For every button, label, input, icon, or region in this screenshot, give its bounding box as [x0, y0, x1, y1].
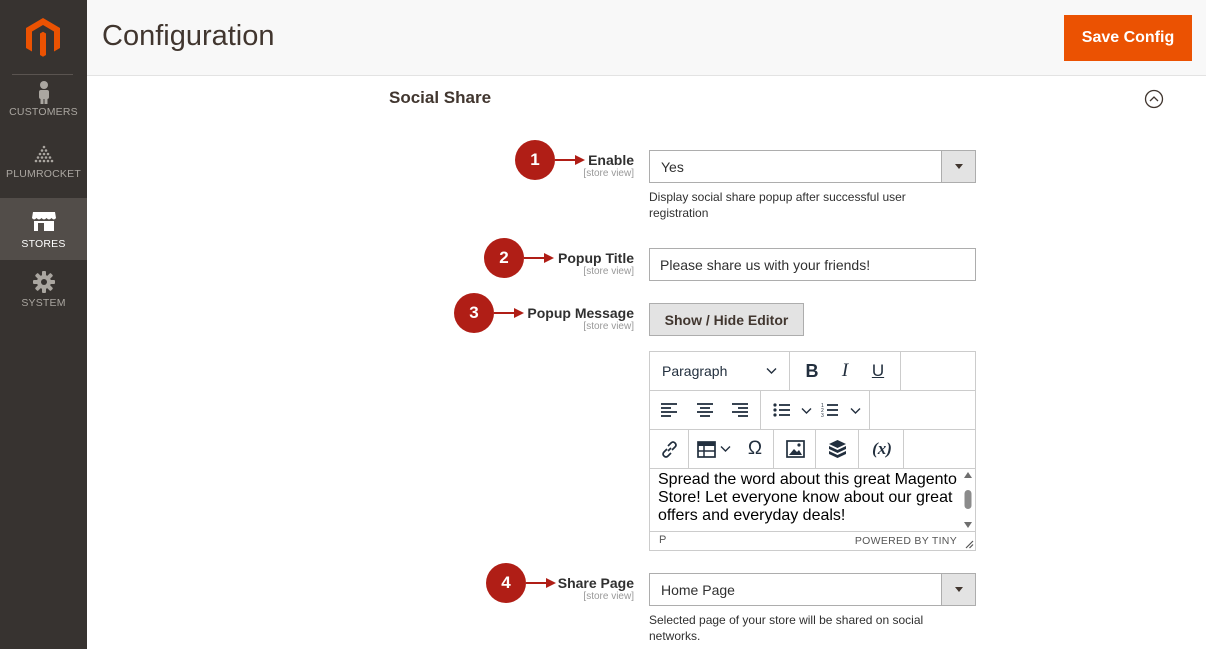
format-select-value: Paragraph [662, 363, 728, 379]
sidebar-item-label: CUSTOMERS [9, 106, 78, 118]
table-symbol-group: Ω [689, 430, 774, 468]
align-center-icon[interactable] [696, 402, 714, 418]
sidebar-item-label: PLUMROCKET [6, 168, 81, 180]
callout-badge: 3 [454, 293, 494, 333]
popup-title-input[interactable] [649, 248, 976, 281]
scrollbar[interactable] [961, 469, 975, 532]
page-title: Configuration [102, 20, 275, 52]
field-label-text: Popup Message [527, 305, 634, 321]
scope-label: [store view] [583, 321, 634, 332]
arrow-right-icon [526, 578, 556, 588]
align-right-icon[interactable] [731, 402, 749, 418]
sidebar-item-system[interactable]: SYSTEM [0, 270, 87, 332]
editor-content[interactable]: Spread the word about this great Magento… [650, 469, 975, 532]
field-label-text: Popup Title [558, 250, 634, 266]
save-config-button[interactable]: Save Config [1064, 15, 1192, 61]
admin-sidebar: CUSTOMERS PLUMROCKET STORES SYSTEM [0, 0, 87, 649]
italic-button[interactable]: I [830, 352, 860, 390]
share-page-note: Selected page of your store will be shar… [649, 613, 924, 643]
alignment-group [650, 391, 761, 429]
editor-toolbar-row: 123 [650, 391, 975, 430]
arrow-right-icon [555, 155, 585, 165]
enable-label: Enable [store view] [583, 152, 634, 180]
link-group [650, 430, 689, 468]
callout-badge: 1 [515, 140, 555, 180]
chevron-down-icon[interactable] [801, 407, 812, 415]
format-select[interactable]: Paragraph [650, 352, 790, 390]
chevron-down-icon [941, 151, 975, 182]
arrow-right-icon [494, 308, 524, 318]
image-group [774, 430, 816, 468]
section-title[interactable]: Social Share [389, 88, 491, 108]
image-icon[interactable] [786, 440, 805, 458]
text-style-group: B I U [790, 352, 901, 390]
select-value: Yes [661, 159, 684, 175]
editor-toolbar-row: Paragraph B I U [650, 352, 975, 391]
bullet-list-icon[interactable] [773, 402, 791, 418]
magento-logo-icon[interactable] [22, 16, 64, 58]
show-hide-editor-button[interactable]: Show / Hide Editor [649, 303, 804, 336]
sidebar-item-customers[interactable]: CUSTOMERS [0, 80, 87, 142]
field-label-text: Share Page [557, 575, 634, 591]
omega-icon[interactable]: Ω [740, 430, 770, 468]
field-label-text: Enable [588, 152, 634, 168]
popup-title-label: Popup Title [store view] [558, 250, 634, 278]
table-icon[interactable] [697, 441, 716, 458]
scope-label: [store view] [583, 168, 634, 179]
underline-button[interactable]: U [863, 352, 893, 390]
plumrocket-icon [34, 145, 53, 163]
gear-icon [32, 271, 55, 293]
callout-badge: 4 [486, 563, 526, 603]
element-path[interactable]: P [659, 534, 666, 546]
numbered-list-icon[interactable]: 123 [821, 402, 839, 418]
popup-message-label: Popup Message [store view] [527, 305, 634, 333]
widget-icon[interactable] [828, 439, 847, 459]
scope-label: [store view] [583, 591, 634, 602]
svg-text:3: 3 [821, 413, 824, 418]
powered-by-link[interactable]: POWERED BY TINY [855, 535, 957, 547]
list-group: 123 [761, 391, 870, 429]
share-page-select[interactable]: Home Page [649, 573, 976, 606]
widget-group [816, 430, 859, 468]
variable-group: (x) [859, 430, 904, 468]
sidebar-item-label: STORES [21, 238, 66, 250]
enable-select[interactable]: Yes [649, 150, 976, 183]
page-header: Configuration Save Config [87, 0, 1206, 76]
editor-status-bar: P POWERED BY TINY [650, 533, 975, 550]
bold-button[interactable]: B [797, 352, 827, 390]
share-page-label: Share Page [store view] [558, 575, 634, 603]
arrow-right-icon [524, 253, 554, 263]
chevron-down-icon[interactable] [850, 407, 861, 415]
chevron-down-icon [766, 368, 777, 374]
store-icon [31, 212, 56, 231]
chevron-down-icon[interactable] [720, 445, 731, 453]
sidebar-item-stores[interactable]: STORES [0, 198, 87, 260]
sidebar-divider [12, 74, 73, 75]
sidebar-item-label: SYSTEM [21, 297, 66, 309]
wysiwyg-editor: Paragraph B I U 1 2 3 Ω (x) Spread the w… [649, 351, 976, 551]
link-icon[interactable] [660, 440, 679, 459]
align-left-icon[interactable] [660, 402, 678, 418]
collapse-icon[interactable] [1144, 89, 1164, 109]
resize-handle-icon[interactable] [964, 539, 974, 549]
select-value: Home Page [661, 582, 735, 598]
editor-toolbar-row: Ω (x) [650, 430, 975, 469]
sidebar-item-plumrocket[interactable]: PLUMROCKET [0, 142, 87, 204]
customer-icon [38, 81, 49, 104]
callout-badge: 2 [484, 238, 524, 278]
scope-label: [store view] [583, 266, 634, 277]
variable-icon[interactable]: (x) [865, 430, 899, 468]
chevron-down-icon [941, 574, 975, 605]
enable-note: Display social share popup after success… [649, 190, 906, 220]
